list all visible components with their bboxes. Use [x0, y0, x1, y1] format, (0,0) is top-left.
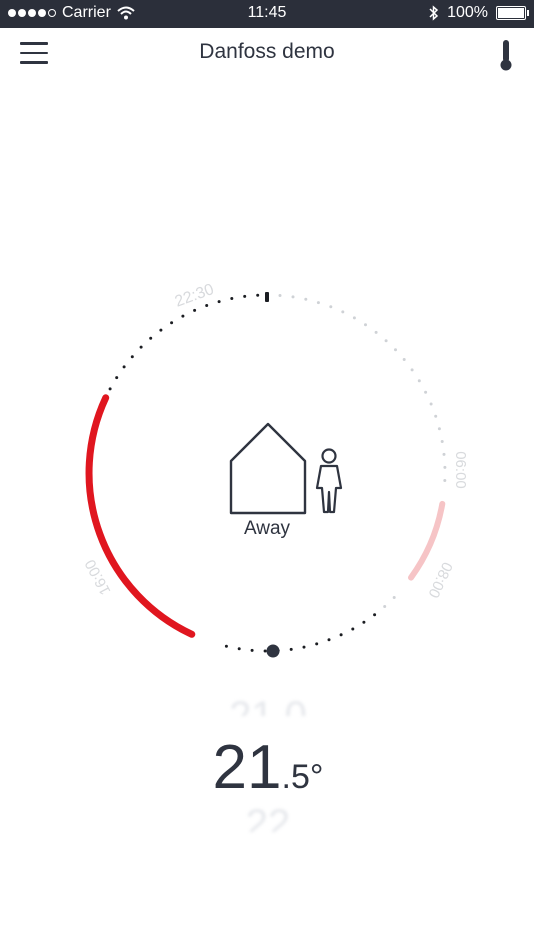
schedule-dot: [217, 300, 221, 304]
schedule-dot: [443, 465, 447, 469]
schedule-dot: [417, 379, 421, 383]
time-label-right-bottom: 08:00: [424, 559, 455, 600]
schedule-dot: [237, 647, 241, 651]
schedule-dot: [402, 358, 406, 361]
schedule-dot: [373, 613, 377, 617]
schedule-dot: [341, 310, 345, 314]
schedule-dot: [443, 479, 447, 482]
house-icon: [229, 422, 307, 515]
temperature-value: 21.5°: [203, 732, 333, 803]
schedule-dot: [243, 294, 247, 298]
current-time-knob[interactable]: [266, 644, 280, 658]
schedule-dot: [315, 642, 319, 646]
schedule-dot: [159, 328, 163, 332]
schedule-dot: [139, 345, 143, 349]
schedule-dot: [339, 633, 343, 637]
schedule-dot: [115, 376, 119, 380]
schedule-dot: [329, 305, 333, 309]
schedule-dot: [351, 627, 355, 631]
battery-percent: 100%: [447, 4, 488, 21]
time-label-right-top: 06:00: [452, 451, 469, 489]
schedule-dot: [256, 293, 260, 297]
thermometer-icon[interactable]: [496, 38, 516, 72]
schedule-dot: [193, 308, 197, 312]
status-right: 100%: [429, 4, 529, 22]
heating-arc: [85, 394, 196, 638]
schedule-dot: [289, 647, 293, 651]
temperature-option-above[interactable]: 21.0: [203, 694, 333, 716]
schedule-dot: [352, 316, 356, 320]
schedule-dot: [316, 301, 320, 305]
time-label-top: 22:30: [173, 281, 217, 311]
page-title: Danfoss demo: [199, 40, 335, 63]
schedule-dot: [302, 645, 306, 649]
schedule-dot: [437, 427, 441, 431]
schedule-dot: [429, 402, 433, 406]
temperature-decimal: .5°: [281, 758, 324, 796]
schedule-dot: [374, 330, 378, 334]
schedule-dot: [250, 648, 254, 652]
nav-bar: Danfoss demo: [0, 28, 534, 80]
temperature-option-below[interactable]: 22: [203, 802, 333, 832]
schedule-dot: [410, 368, 414, 372]
schedule-dot: [278, 294, 282, 297]
schedule-dot: [384, 339, 388, 343]
start-handle[interactable]: [265, 292, 269, 302]
battery-icon: [496, 6, 529, 20]
schedule-dot: [383, 605, 387, 608]
status-bar: Carrier 11:45 100%: [0, 0, 534, 28]
schedule-dot: [364, 323, 367, 327]
schedule-dots-active: [108, 293, 377, 653]
schedule-dot: [304, 297, 308, 301]
schedule-dot: [424, 390, 428, 394]
schedule-dot: [394, 348, 397, 352]
schedule-dot: [442, 452, 446, 456]
schedule-dot: [291, 295, 295, 299]
schedule-dot: [224, 644, 228, 648]
schedule-dot: [205, 304, 209, 307]
schedule-dot: [392, 596, 396, 599]
schedule-dot: [108, 387, 112, 391]
temperature-picker[interactable]: 21.0 21.5° 22: [203, 694, 333, 836]
schedule-dot: [230, 297, 234, 300]
schedule-dot: [122, 365, 126, 369]
schedule-dot: [149, 336, 153, 340]
temperature-integer: 21: [212, 733, 282, 802]
schedule-dot: [327, 638, 331, 642]
schedule-dot: [263, 649, 267, 653]
schedule-dot: [130, 355, 134, 359]
schedule-dial[interactable]: 22:30 06:00 08:00 16:00: [0, 250, 534, 700]
schedule-dot: [362, 620, 366, 624]
schedule-dot: [170, 321, 174, 325]
schedule-dot: [181, 314, 185, 318]
schedule-dot: [434, 414, 438, 418]
person-icon: [315, 448, 343, 514]
mode-label: Away: [243, 518, 291, 539]
bluetooth-icon: [429, 5, 439, 21]
schedule-dot: [440, 440, 444, 443]
